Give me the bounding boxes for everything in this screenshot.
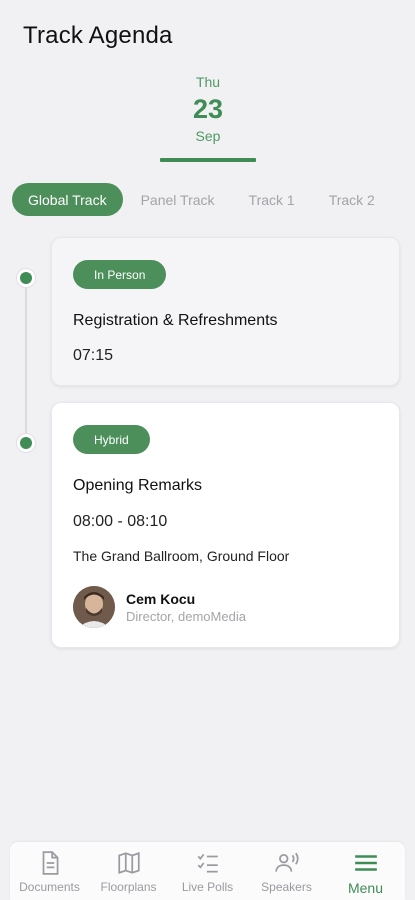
nav-menu[interactable]: Menu — [326, 842, 405, 900]
nav-label: Documents — [19, 880, 80, 894]
session-card[interactable]: In Person Registration & Refreshments 07… — [51, 237, 400, 386]
speaker-role: Director, demoMedia — [126, 608, 246, 624]
track-tab-track-1[interactable]: Track 1 — [233, 183, 311, 216]
track-tab-global[interactable]: Global Track — [12, 183, 123, 216]
timeline-dot — [16, 433, 36, 453]
nav-documents[interactable]: Documents — [10, 842, 89, 900]
date-weekday: Thu — [195, 74, 221, 90]
date-tab-indicator — [160, 158, 256, 162]
date-day: 23 — [192, 94, 224, 124]
nav-label: Menu — [347, 880, 384, 896]
track-tab-panel[interactable]: Panel Track — [125, 183, 231, 216]
session-format-badge: Hybrid — [73, 425, 150, 454]
session-location: The Grand Ballroom, Ground Floor — [73, 548, 290, 564]
track-tabs: Global Track Panel Track Track 1 Track 2 — [12, 183, 415, 216]
page-title: Track Agenda — [23, 22, 173, 49]
nav-floorplans[interactable]: Floorplans — [89, 842, 168, 900]
session-time: 08:00 - 08:10 — [73, 513, 168, 530]
document-icon — [42, 851, 58, 875]
speaker-name: Cem Kocu — [126, 590, 196, 607]
date-tab[interactable]: Thu 23 Sep — [160, 70, 256, 162]
checklist-icon — [197, 853, 218, 873]
session-format-badge: In Person — [73, 260, 167, 289]
session-title: Registration & Refreshments — [73, 312, 278, 329]
speaker-icon — [274, 852, 299, 872]
map-icon — [117, 852, 140, 874]
track-tab-track-2[interactable]: Track 2 — [313, 183, 391, 216]
nav-live-polls[interactable]: Live Polls — [168, 842, 247, 900]
session-card[interactable]: Hybrid Opening Remarks 08:00 - 08:10 The… — [51, 402, 400, 648]
date-month: Sep — [195, 128, 221, 144]
speaker-row[interactable]: Cem Kocu Director, demoMedia — [73, 586, 246, 628]
timeline-dot — [16, 268, 36, 288]
nav-speakers[interactable]: Speakers — [247, 842, 326, 900]
menu-icon — [354, 855, 377, 871]
timeline-line — [25, 278, 27, 444]
nav-label: Live Polls — [181, 880, 234, 894]
session-time: 07:15 — [73, 347, 114, 364]
nav-label: Speakers — [261, 880, 312, 894]
bottom-navigation: Documents Floorplans Live Polls Speakers… — [10, 842, 405, 900]
session-title: Opening Remarks — [73, 477, 202, 494]
avatar — [73, 586, 115, 628]
nav-label: Floorplans — [100, 880, 157, 894]
